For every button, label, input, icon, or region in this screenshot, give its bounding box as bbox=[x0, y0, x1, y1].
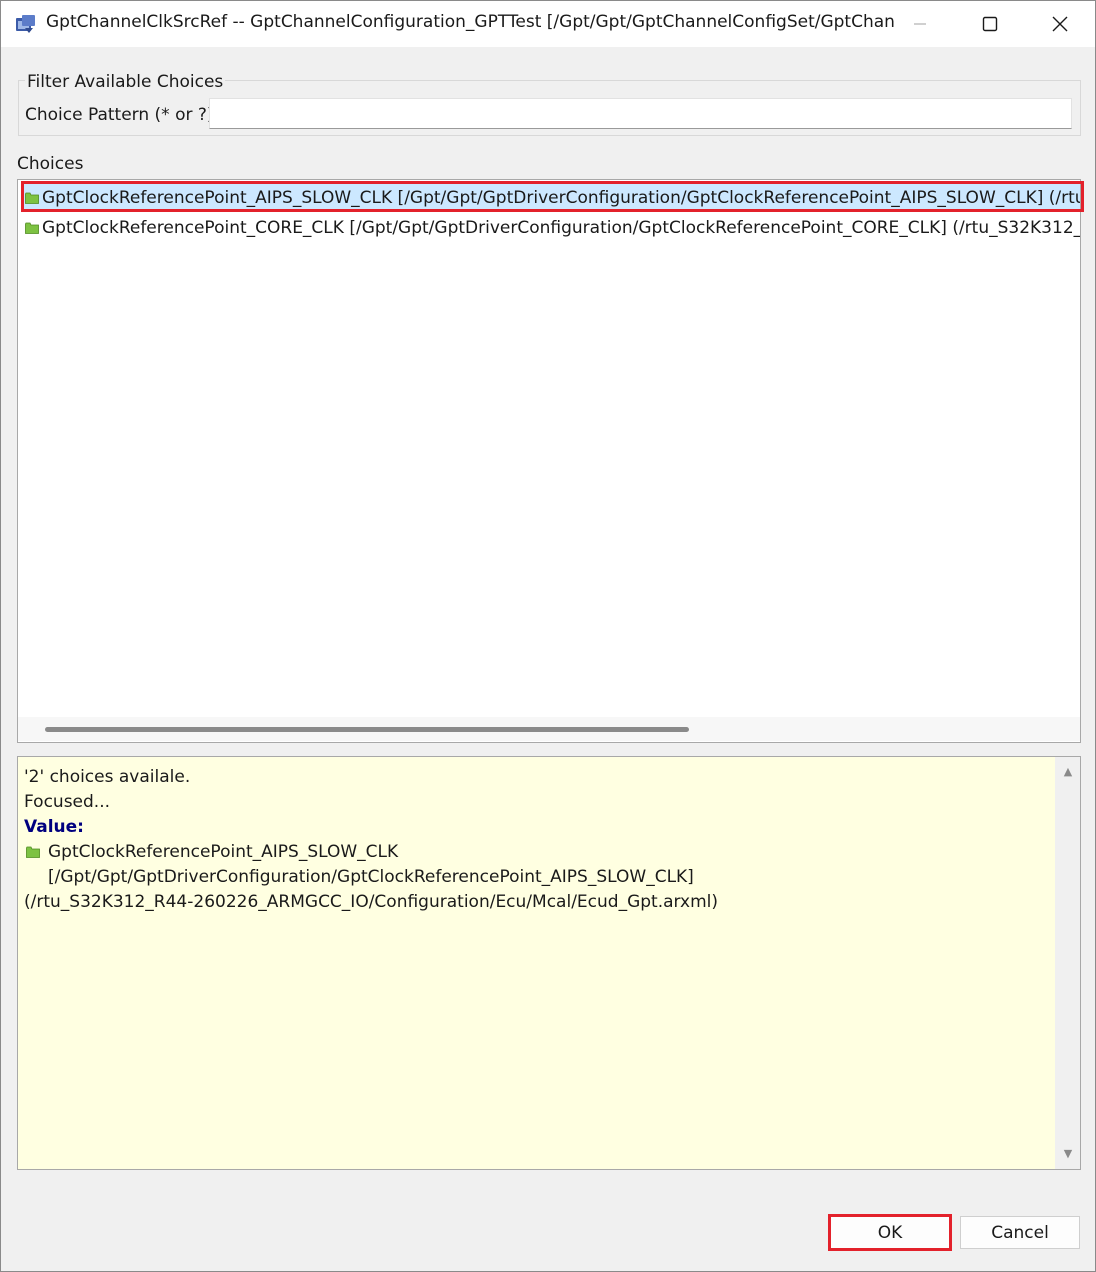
green-folder-icon bbox=[25, 222, 39, 234]
green-folder-icon bbox=[25, 192, 39, 204]
filter-group-label: Filter Available Choices bbox=[25, 72, 226, 92]
value-file-text: (/rtu_S32K312_R44-260226_ARMGCC_IO/Confi… bbox=[24, 892, 719, 912]
horizontal-scrollbar-thumb[interactable] bbox=[45, 727, 689, 732]
app-window-icon bbox=[16, 15, 35, 33]
info-text: '2' choices availale. Focused... Value: … bbox=[24, 765, 1049, 915]
choice-pattern-label: Choice Pattern (* or ?) bbox=[25, 105, 214, 125]
close-icon bbox=[1052, 16, 1068, 32]
vertical-scrollbar[interactable]: ▲ ▼ bbox=[1055, 757, 1080, 1169]
scroll-down-arrow-icon[interactable]: ▼ bbox=[1062, 1148, 1074, 1159]
value-heading: Value: bbox=[24, 817, 84, 837]
choice-item-core-clk[interactable]: GptClockReferencePoint_CORE_CLK [/Gpt/Gp… bbox=[22, 214, 1080, 242]
title-bar[interactable]: GptChannelClkSrcRef -- GptChannelConfigu… bbox=[1, 1, 1095, 47]
horizontal-scrollbar[interactable] bbox=[18, 717, 1080, 741]
minimize-icon bbox=[914, 23, 926, 25]
choice-item-label: GptClockReferencePoint_CORE_CLK [/Gpt/Gp… bbox=[42, 218, 1080, 238]
cancel-button[interactable]: Cancel bbox=[960, 1216, 1080, 1249]
value-detail: GptClockReferencePoint_AIPS_SLOW_CLK [/G… bbox=[24, 840, 1049, 890]
minimize-button[interactable] bbox=[885, 1, 955, 47]
focus-status-text: Focused... bbox=[24, 792, 111, 812]
green-folder-icon bbox=[26, 846, 40, 858]
choice-pattern-input[interactable] bbox=[209, 98, 1072, 129]
scroll-up-arrow-icon[interactable]: ▲ bbox=[1062, 766, 1074, 777]
maximize-icon bbox=[982, 16, 998, 32]
choice-item-aips-slow-clk[interactable]: GptClockReferencePoint_AIPS_SLOW_CLK [/G… bbox=[22, 184, 1080, 212]
close-button[interactable] bbox=[1025, 1, 1095, 47]
choice-item-label: GptClockReferencePoint_AIPS_SLOW_CLK [/G… bbox=[42, 188, 1080, 208]
value-path-text: GptClockReferencePoint_AIPS_SLOW_CLK [/G… bbox=[48, 842, 694, 887]
info-panel: '2' choices availale. Focused... Value: … bbox=[17, 756, 1081, 1170]
choices-label: Choices bbox=[17, 154, 84, 174]
choices-list[interactable]: GptClockReferencePoint_AIPS_SLOW_CLK [/G… bbox=[17, 179, 1081, 743]
ok-button[interactable]: OK bbox=[830, 1216, 950, 1249]
maximize-button[interactable] bbox=[955, 1, 1025, 47]
choices-count-text: '2' choices availale. bbox=[24, 767, 191, 787]
window-title: GptChannelClkSrcRef -- GptChannelConfigu… bbox=[46, 12, 896, 32]
choice-dialog: GptChannelClkSrcRef -- GptChannelConfigu… bbox=[0, 0, 1096, 1272]
